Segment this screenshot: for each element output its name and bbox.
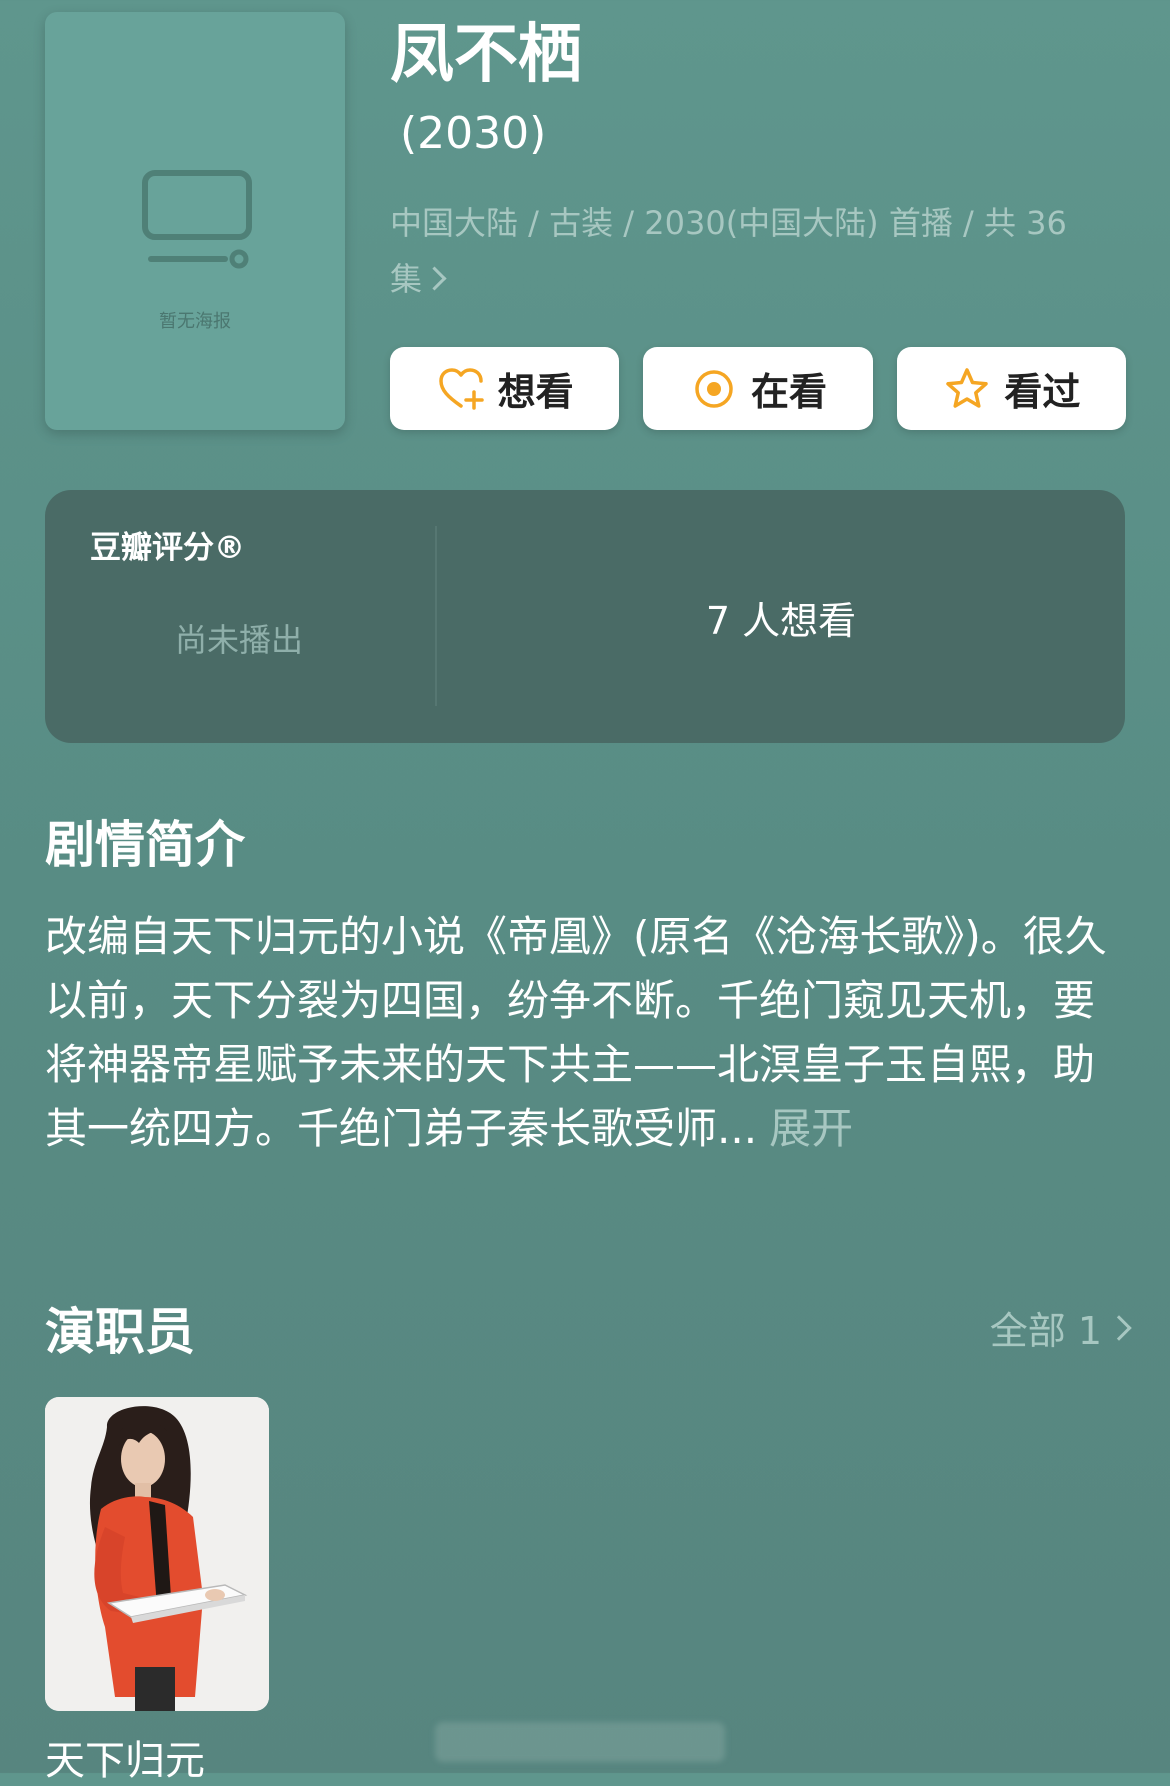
chevron-right-icon [422, 266, 447, 291]
want-to-watch-button[interactable]: 想看 [390, 347, 620, 430]
watching-button[interactable]: 在看 [643, 347, 873, 430]
synopsis-text: 改编自天下归元的小说《帝凰》(原名《沧海长歌》)。很久以前，天下分裂为四国，纷争… [45, 912, 1107, 1153]
cast-member-photo[interactable] [45, 1397, 269, 1711]
watching-label: 在看 [750, 370, 827, 414]
meta-info-link[interactable]: 中国大陆 / 古装 / 2030(中国大陆) 首播 / 共 36 集 [390, 195, 1090, 307]
cast-heading: 演职员 [45, 1303, 195, 1361]
rating-label: 豆瓣评分® [90, 530, 245, 566]
watched-button[interactable]: 看过 [896, 347, 1126, 430]
synopsis-body: 改编自天下归元的小说《帝凰》(原名《沧海长歌》)。很久以前，天下分裂为四国，纷争… [45, 905, 1125, 1161]
target-icon [695, 369, 733, 408]
star-icon [946, 367, 989, 408]
cast-all-link[interactable]: 全部 1 [989, 1300, 1132, 1355]
tv-icon [142, 170, 252, 269]
meta-info-text: 中国大陆 / 古装 / 2030(中国大陆) 首播 / 共 36 集 [390, 204, 1067, 298]
want-count: 7 人想看 [705, 599, 857, 643]
action-bar: 想看 在看 看过 [390, 347, 1126, 430]
cast-all-label: 全部 1 [989, 1309, 1102, 1353]
rating-status: 尚未播出 [175, 621, 304, 659]
heart-plus-icon [438, 367, 484, 410]
release-year: (2030) [400, 108, 547, 159]
chevron-right-icon [1106, 1314, 1132, 1341]
watched-label: 看过 [1004, 370, 1081, 414]
synopsis-heading: 剧情简介 [45, 816, 245, 874]
expand-link[interactable]: 展开 [769, 1104, 853, 1153]
cast-photo-image [45, 1397, 269, 1711]
poster-placeholder-text: 暂无海报 [159, 311, 231, 332]
watermark [435, 1722, 725, 1762]
cast-member-name[interactable]: 天下归元 [45, 1728, 205, 1786]
want-to-watch-label: 想看 [497, 370, 574, 414]
rating-card: 豆瓣评分® 尚未播出 7 人想看 [45, 490, 1125, 743]
poster-placeholder[interactable]: 暂无海报 [45, 12, 345, 430]
page-title: 凤不栖 [390, 18, 582, 92]
